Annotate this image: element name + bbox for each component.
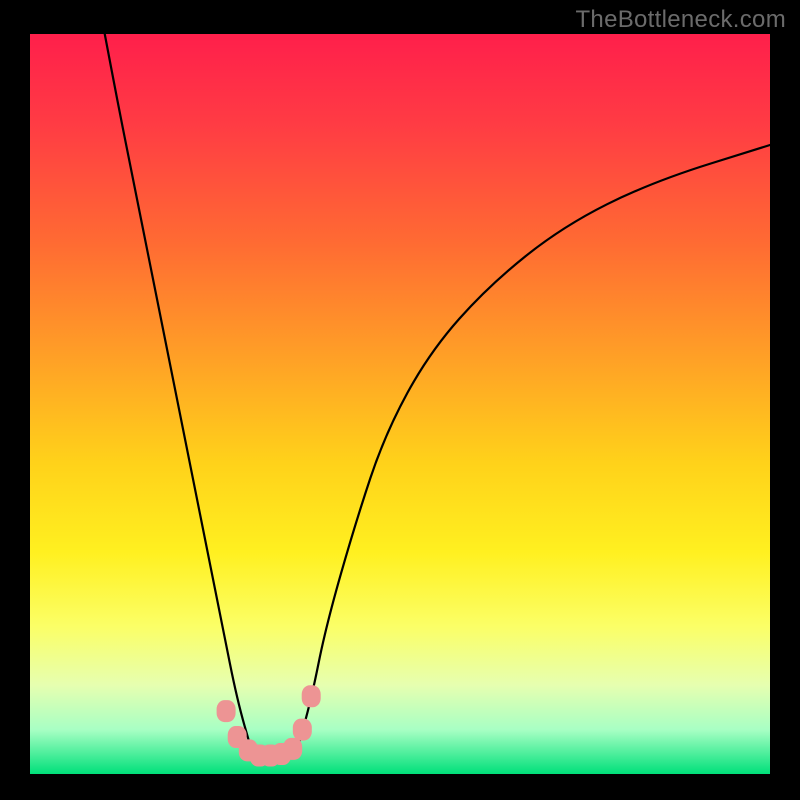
- chart-container: TheBottleneck.com: [0, 0, 800, 800]
- bottom-marker: [283, 738, 302, 760]
- plot-background: [30, 34, 770, 774]
- bottom-marker: [302, 685, 321, 707]
- bottom-marker: [217, 700, 236, 722]
- bottom-marker: [293, 719, 312, 741]
- watermark-text: TheBottleneck.com: [575, 6, 786, 34]
- bottleneck-plot: [0, 0, 800, 800]
